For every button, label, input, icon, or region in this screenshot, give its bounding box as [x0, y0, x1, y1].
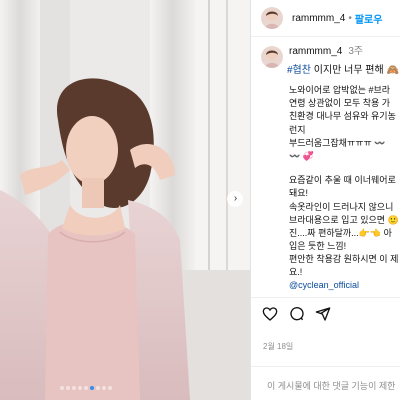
hashtag-link[interactable]: #협찬 [287, 65, 311, 76]
carousel-dot [78, 386, 82, 390]
action-bar [251, 297, 400, 329]
post-date[interactable]: 2월 18일 [263, 341, 293, 352]
post-photo [0, 0, 250, 400]
caption-line [289, 163, 400, 174]
post-media[interactable]: › [0, 0, 250, 400]
caption-line: 편안한 착용감 원하시면 이 제 [289, 254, 399, 265]
caption-body: 노와이어로 압박없는 #브라 연령 상관없이 모두 착용 가 친환경 대나무 섬… [289, 84, 400, 280]
follow-button[interactable]: 팔로우 [355, 11, 383, 26]
caption-headline: #협찬 이지만 너무 편해 🙈 [287, 61, 399, 76]
carousel-dots [60, 386, 112, 390]
avatar[interactable] [261, 7, 283, 29]
caption-line: 〰️ 💞 [289, 150, 314, 161]
caption-line: 요.! [289, 267, 303, 278]
carousel-dot [84, 386, 88, 390]
post-header: rammmm_4 • 팔로우 [251, 0, 400, 37]
carousel-dot [72, 386, 76, 390]
caption-headline-text: 이지만 너무 편해 🙈 [310, 65, 399, 76]
carousel-dot [96, 386, 100, 390]
carousel-dot-active [90, 386, 94, 390]
caption-line: 연령 상관없이 모두 착용 가 [289, 98, 391, 109]
caption-username[interactable]: rammmm_4 [289, 46, 342, 57]
carousel-dot [108, 386, 112, 390]
caption-line: 런지 [289, 124, 306, 135]
header-username[interactable]: rammmm_4 [292, 13, 345, 24]
caption-line: 돼요! [289, 188, 309, 199]
caption-line: 속옷라인이 드러나지 않으니 [289, 201, 394, 212]
caption-line: 부드러움그잡채ㅠㅠㅠ 〰️ [289, 137, 386, 148]
carousel-dot [102, 386, 106, 390]
post-side-panel: rammmm_4 • 팔로우 rammmm_4 3주 #협찬 이지만 너무 편해 … [250, 0, 400, 400]
caption-line: 친환경 대나무 섬유와 유기농 [289, 111, 396, 122]
share-icon[interactable] [315, 306, 331, 322]
heart-icon[interactable] [262, 306, 278, 322]
caption-line: 입은 듯한 느낌! [289, 241, 347, 252]
comment-icon[interactable] [289, 306, 305, 322]
caption-line: 요즘같이 추울 때 이너웨어로 [289, 175, 396, 186]
post-time[interactable]: 3주 [348, 46, 363, 57]
carousel-next-button[interactable]: › [227, 191, 243, 207]
caption-line: 진....짜 편하달까...👉👈 아 [289, 227, 392, 238]
separator-dot: • [348, 12, 352, 24]
chevron-right-icon: › [233, 193, 238, 204]
comments-disabled-notice: 이 게시물에 대한 댓글 기능이 제한 [251, 366, 400, 400]
instagram-post-viewport: › rammmm_4 • 팔로우 rammmm_4 3주 #협찬 이지만 너무 … [0, 0, 400, 400]
carousel-dot [66, 386, 70, 390]
avatar[interactable] [261, 46, 283, 68]
carousel-dot [60, 386, 64, 390]
caption-line: 노와이어로 압박없는 #브라 [289, 85, 391, 95]
mention-link[interactable]: @cyclean_official [289, 280, 359, 290]
caption-line: 브라대용으로 입고 있으면 🙂 [289, 214, 399, 225]
